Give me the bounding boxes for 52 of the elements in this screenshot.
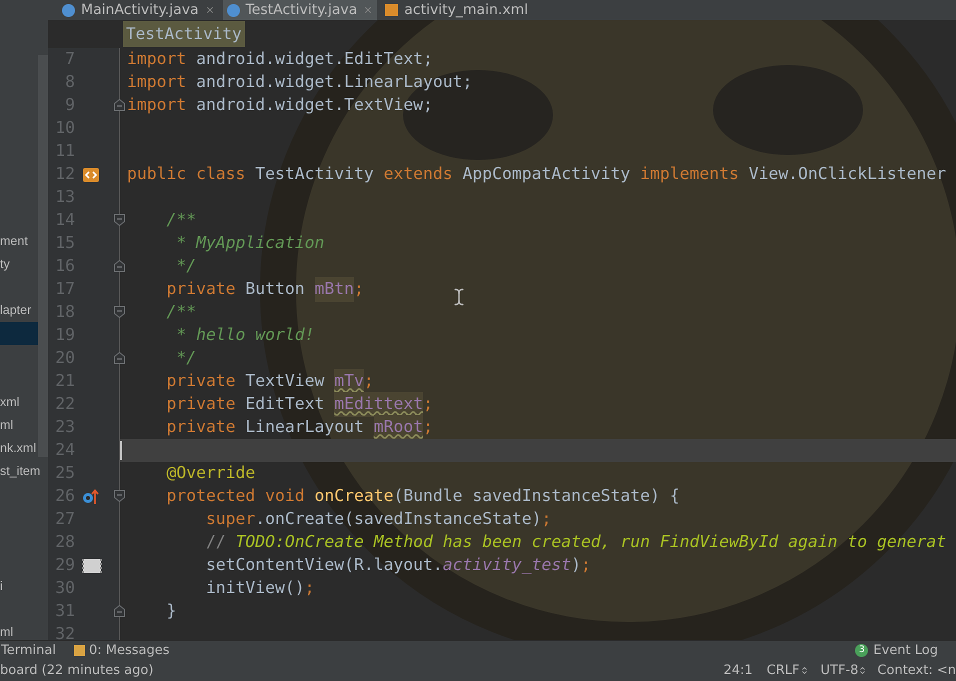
code-line: import android.widget.TextView; (126, 94, 434, 116)
up-down-icon (800, 666, 809, 675)
code-line: // TODO:OnCreate Method has been created, run FindViewById again to generat (204, 531, 948, 554)
code-line: * hello world! (175, 324, 316, 346)
tab-label: activity_main.xml (404, 0, 528, 20)
close-icon[interactable] (204, 5, 215, 15)
code-line: setContentView(R.layout.activity_test); (204, 554, 592, 576)
override-icon[interactable] (82, 488, 100, 504)
code-line: private EditText mEdittext; (120, 393, 956, 416)
class-file-icon (62, 4, 75, 16)
tab-label: TestActivity.java (246, 0, 358, 20)
code-line: private LinearLayout mRoot; (120, 416, 956, 439)
code-line: * MyApplication (175, 232, 326, 254)
code-line: /** (165, 301, 198, 324)
class-icon[interactable] (82, 166, 100, 182)
code-line: import android.widget.LinearLayout; (126, 71, 474, 94)
class-file-icon (226, 4, 240, 16)
code-line: */ (175, 255, 198, 278)
caret-position[interactable]: 24:1 (723, 660, 753, 680)
messages-icon (74, 645, 85, 656)
context-indicator[interactable]: Context: <n (877, 660, 956, 680)
fold-marker-icon[interactable] (114, 490, 125, 502)
code-line: /** (165, 209, 198, 232)
status-message: board (22 minutes ago) (0, 662, 154, 680)
fold-marker-icon[interactable] (114, 99, 125, 111)
encoding-selector[interactable]: UTF-8 (820, 660, 868, 680)
fold-marker-icon[interactable] (114, 214, 125, 226)
event-log-button[interactable]: 3 Event Log (855, 640, 938, 660)
code-line: public class TestActivity extends AppCompatActivity implements View.OnClickListener (126, 163, 948, 186)
line-separator-selector[interactable]: CRLF (766, 660, 809, 680)
code-line: private TextView mTv; (120, 370, 956, 393)
fold-marker-icon[interactable] (114, 352, 125, 364)
notification-count: 3 (855, 644, 868, 657)
breadcrumb[interactable]: TestActivity (123, 21, 245, 47)
fold-marker-icon[interactable] (114, 605, 125, 617)
code-line: import android.widget.EditText; (126, 48, 434, 70)
tab-label: MainActivity.java (81, 0, 199, 20)
code-line: private Button mBtn; (120, 278, 956, 301)
code-line: */ (175, 347, 198, 370)
layout-file-icon (385, 4, 398, 16)
editor-tab[interactable]: TestActivity.java (222, 0, 378, 20)
code-line: } (165, 600, 178, 622)
tool-window-button[interactable]: 0: Messages (74, 640, 170, 660)
text-caret (120, 441, 122, 460)
code-line: protected void onCreate(Bundle savedInstanceState) { (165, 485, 681, 508)
code-line: initView(); (204, 577, 316, 600)
code-line: super.onCreate(savedInstanceState); (204, 508, 552, 530)
fold-marker-icon[interactable] (114, 306, 125, 318)
layout-preview-icon[interactable] (82, 558, 102, 574)
up-down-icon (858, 666, 868, 675)
code-line: @Override (165, 462, 256, 484)
fold-marker-icon[interactable] (114, 260, 125, 272)
